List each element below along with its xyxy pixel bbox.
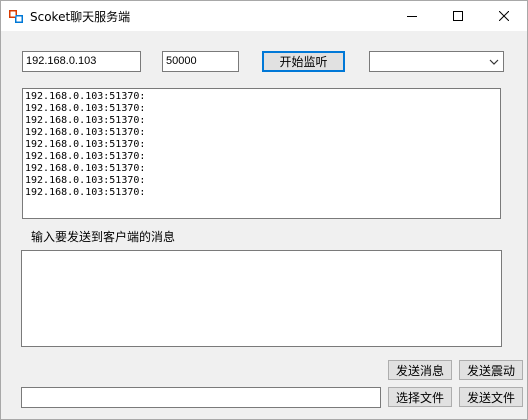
message-label: 输入要发送到客户端的消息	[31, 230, 176, 244]
log-line: 192.168.0.103:51370:	[25, 187, 146, 198]
window-title: Scoket聊天服务端	[30, 10, 131, 24]
close-button[interactable]	[481, 1, 527, 31]
app-icon	[8, 9, 24, 25]
log-line: 192.168.0.103:51370:	[25, 151, 146, 162]
client-select[interactable]	[369, 51, 504, 72]
log-line: 192.168.0.103:51370:	[25, 91, 146, 102]
title-bar: Scoket聊天服务端	[1, 1, 527, 31]
close-icon	[499, 11, 509, 21]
send-shake-button[interactable]: 发送震动	[459, 360, 523, 380]
send-message-button[interactable]: 发送消息	[388, 360, 452, 380]
log-line: 192.168.0.103:51370:	[25, 175, 146, 186]
message-input[interactable]	[21, 250, 502, 347]
start-listen-button[interactable]: 开始监听	[262, 51, 345, 72]
log-line: 192.168.0.103:51370:	[25, 139, 146, 150]
select-file-button[interactable]: 选择文件	[388, 387, 452, 407]
send-file-button[interactable]: 发送文件	[459, 387, 523, 407]
maximize-button[interactable]	[435, 1, 481, 31]
message-log[interactable]: 192.168.0.103:51370: 192.168.0.103:51370:…	[22, 88, 501, 219]
app-window: Scoket聊天服务端 192.168.0.103 50000 开始监听 192…	[0, 0, 528, 420]
port-input[interactable]: 50000	[162, 51, 239, 72]
log-line: 192.168.0.103:51370:	[25, 127, 146, 138]
log-line: 192.168.0.103:51370:	[25, 115, 146, 126]
log-line: 192.168.0.103:51370:	[25, 163, 146, 174]
log-line: 192.168.0.103:51370:	[25, 103, 146, 114]
minimize-icon	[407, 16, 417, 17]
maximize-icon	[453, 11, 463, 21]
file-path-input[interactable]	[21, 387, 381, 408]
chevron-down-icon	[489, 59, 499, 65]
ip-address-input[interactable]: 192.168.0.103	[22, 51, 141, 72]
minimize-button[interactable]	[389, 1, 435, 31]
